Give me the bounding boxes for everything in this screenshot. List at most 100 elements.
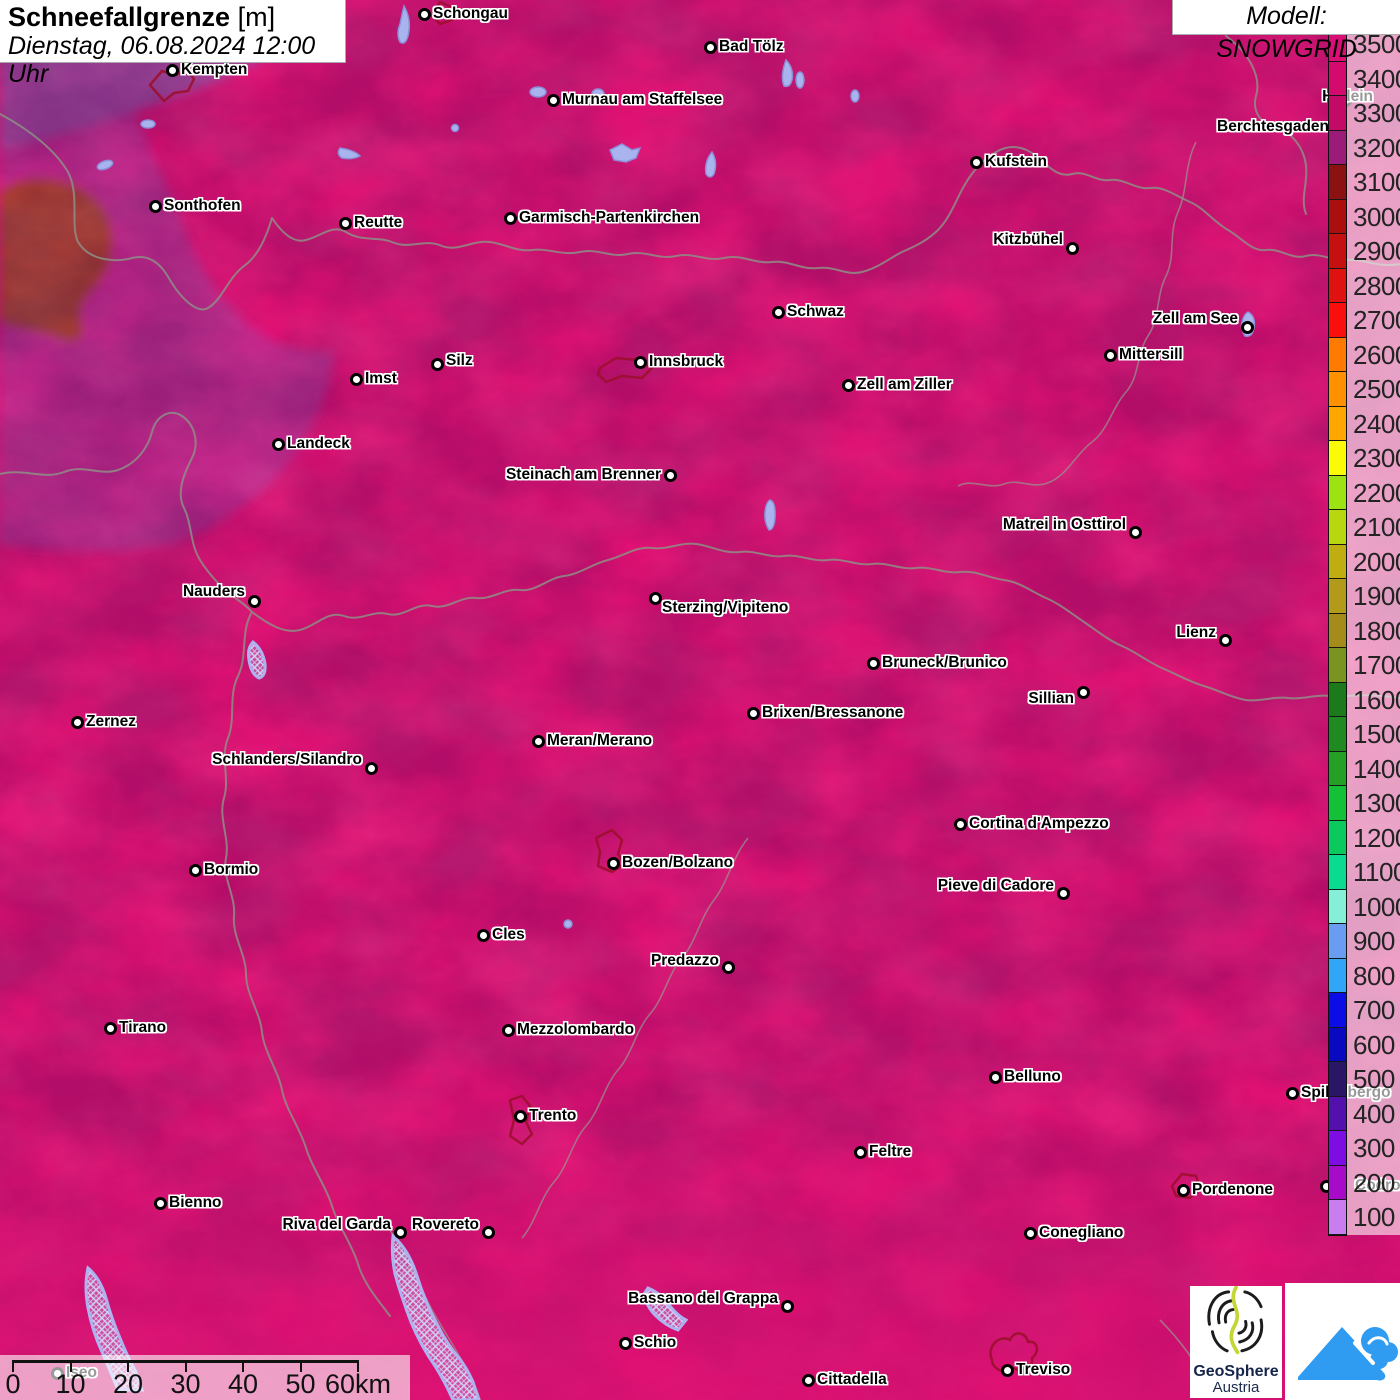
- city-marker: [802, 1374, 815, 1387]
- scalebar-label: 60km: [324, 1369, 392, 1399]
- city-label: Tirano: [119, 1019, 167, 1036]
- city-label: Meran/Merano: [547, 732, 653, 749]
- mountain-cloud-logo-box: [1285, 1283, 1400, 1400]
- scalebar-label: 10: [55, 1369, 86, 1399]
- city-label: Schlanders/Silandro: [212, 751, 362, 768]
- map-title-box: Schneefallgrenze [m] Dienstag, 06.08.202…: [0, 0, 346, 88]
- city-marker: [71, 716, 84, 729]
- city-label: Kufstein: [985, 153, 1047, 170]
- city-label: Murnau am Staffelsee: [562, 91, 723, 108]
- city-marker: [149, 200, 162, 213]
- city-label: Zell am See: [1152, 310, 1238, 327]
- city-marker: [1332, 122, 1345, 135]
- scalebar-label: 0: [5, 1369, 21, 1399]
- city-label: Schwaz: [787, 303, 844, 320]
- geosphere-contour-icon: [1207, 1285, 1264, 1355]
- city-label: Nauders: [182, 583, 245, 600]
- city-label: Codroipo: [1355, 1177, 1400, 1194]
- city-marker: [272, 438, 285, 451]
- city-marker: [867, 657, 880, 670]
- city-label: Pordenone: [1192, 1181, 1273, 1198]
- city-label: Bormio: [204, 861, 259, 878]
- scalebar-label: 40: [227, 1369, 259, 1399]
- city-label: Matrei in Osttirol: [1002, 516, 1126, 533]
- city-label: Bassano del Grappa: [628, 1290, 778, 1307]
- city-marker: [477, 929, 490, 942]
- city-label: Landeck: [287, 435, 350, 452]
- city-marker: [1286, 1087, 1299, 1100]
- city-marker: [514, 1110, 527, 1123]
- city-marker: [1129, 526, 1142, 539]
- city-label: Sonthofen: [164, 197, 241, 214]
- city-label: Rovereto: [411, 1216, 479, 1233]
- city-marker: [747, 707, 760, 720]
- city-marker: [418, 8, 431, 21]
- scalebar-label: 20: [112, 1369, 144, 1399]
- city-marker: [482, 1226, 495, 1239]
- scalebar-label: 30: [170, 1369, 201, 1399]
- city-label: Silz: [446, 352, 473, 369]
- city-marker: [502, 1024, 515, 1037]
- city-marker: [1177, 1184, 1190, 1197]
- city-marker: [634, 356, 647, 369]
- city-marker: [431, 358, 444, 371]
- city-label: Predazzo: [650, 952, 719, 969]
- city-marker: [854, 1146, 867, 1159]
- city-marker: [154, 1197, 167, 1210]
- model-label-box: Modell: SNOWGRID: [1172, 0, 1400, 63]
- city-label: Reutte: [354, 214, 403, 231]
- city-marker: [532, 735, 545, 748]
- city-label: Brixen/Bressanone: [762, 704, 904, 721]
- geosphere-logo-box: GeoSphere Austria: [1190, 1285, 1282, 1398]
- city-label: Hallein: [1322, 88, 1373, 105]
- city-label: Belluno: [1004, 1068, 1061, 1085]
- city-marker: [989, 1071, 1002, 1084]
- city-label: Schio: [634, 1334, 677, 1351]
- city-label: Bruneck/Brunico: [882, 654, 1007, 671]
- city-marker: [1077, 686, 1090, 699]
- city-label: Bienno: [169, 1194, 222, 1211]
- city-marker: [339, 217, 352, 230]
- city-label: Lienz: [1176, 624, 1216, 641]
- city-marker: [970, 156, 983, 169]
- city-marker: [704, 41, 717, 54]
- city-label: Feltre: [869, 1143, 912, 1160]
- city-marker: [189, 864, 202, 877]
- city-marker: [619, 1337, 632, 1350]
- page-title: Schneefallgrenze [m]: [8, 2, 345, 32]
- city-marker: [104, 1022, 117, 1035]
- title-datetime: Dienstag, 06.08.2024 12:00 Uhr: [8, 32, 316, 88]
- city-label: Cles: [492, 926, 525, 943]
- city-marker: [1024, 1227, 1037, 1240]
- city-label: Zernez: [86, 713, 136, 730]
- scalebar-label: 50: [285, 1369, 316, 1399]
- city-marker: [954, 818, 967, 831]
- city-marker: [1001, 1364, 1014, 1377]
- city-marker: [1057, 887, 1070, 900]
- city-label: Cortina d'Ampezzo: [969, 815, 1109, 832]
- city-marker: [1066, 242, 1079, 255]
- city-marker: [350, 373, 363, 386]
- city-markers-layer: Schongau Bad Tölz Kempten Murnau am Staffel…: [0, 0, 1400, 1400]
- city-label: Imst: [365, 370, 397, 387]
- title-parameter: Schneefallgrenze: [8, 2, 231, 32]
- city-marker: [1219, 634, 1232, 647]
- city-label: Sterzing/Vipiteno: [662, 599, 789, 616]
- weather-map-screen: Schongau Bad Tölz Kempten Murnau am Staffel…: [0, 0, 1400, 1400]
- city-marker: [649, 592, 662, 605]
- city-label: Berchtesgaden: [1217, 118, 1329, 135]
- geosphere-logo-name: GeoSphere: [1193, 1363, 1279, 1380]
- city-marker: [365, 762, 378, 775]
- city-marker: [781, 1300, 794, 1313]
- city-marker: [664, 469, 677, 482]
- city-label: Garmisch-Partenkirchen: [519, 209, 700, 226]
- city-label: Trento: [529, 1107, 577, 1124]
- city-label: Treviso: [1016, 1361, 1071, 1378]
- map-scalebar: 0 10 20 30 40 50 60km: [0, 1355, 410, 1400]
- city-label: Schongau: [433, 5, 508, 22]
- city-marker: [547, 94, 560, 107]
- city-marker: [394, 1226, 407, 1239]
- city-label: Sillian: [1028, 690, 1074, 707]
- city-label: Cittadella: [817, 1371, 887, 1388]
- geosphere-logo-country: Austria: [1212, 1379, 1260, 1396]
